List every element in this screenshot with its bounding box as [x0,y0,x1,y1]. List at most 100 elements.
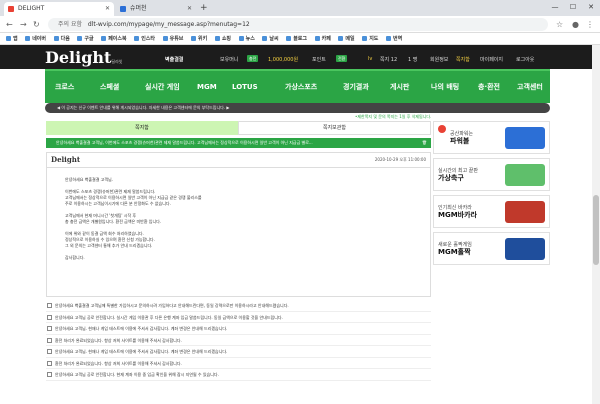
cards-banner-image [505,201,545,223]
bookmark-item[interactable]: 카페 [314,33,331,44]
ad-virtual-soccer[interactable]: 실시간의 최고 끝판 가상축구 [433,158,550,191]
bookmark-item[interactable]: 번역 [386,33,402,44]
checkbox[interactable] [47,372,52,377]
ad-mgm-baccarat[interactable]: 인기최신 바카라 MGM바카라 [433,195,550,228]
bookmark-item[interactable]: 인스타 [134,33,155,44]
nav-live-game[interactable]: 실시간 게임 [145,71,180,103]
maximize-button[interactable]: ☐ [564,0,582,14]
browser-tab-active[interactable]: DELIGHT ✕ [4,2,114,16]
bookmark-item[interactable]: 메일 [338,33,355,44]
logout-link[interactable]: 로그아웃 [516,56,534,63]
nav-deposit-withdraw[interactable]: 충·환전 [478,71,500,103]
checkbox[interactable] [47,337,52,343]
tab-archive[interactable]: 쪽지보관함 [238,121,431,135]
bookmark-icon [162,36,168,41]
tab-inbox[interactable]: 쪽지함 [46,121,238,135]
trash-icon[interactable]: 🗑 [422,138,427,148]
scrollbar-thumb[interactable] [593,195,599,265]
bookmark-item[interactable]: 날씨 [262,33,279,44]
bookmark-item[interactable]: 구글 [77,33,94,44]
checkbox[interactable] [47,360,52,366]
bookmark-icon [214,36,220,41]
message-notice: •제한쪽지 및 문의 쪽지는 1일 후 삭제됩니다. [355,114,432,119]
bookmark-icon [77,36,83,41]
bookmark-icon [238,36,244,41]
bookmark-item[interactable]: 페이스북 [101,33,127,44]
minimize-button[interactable]: — [546,0,564,14]
nav-cross[interactable]: 크로스 [55,71,74,103]
body-line: 감사합니다. [65,255,85,260]
bookmark-item[interactable]: 네이버 [25,33,46,44]
checkbox[interactable] [47,303,52,308]
list-item[interactable]: 안녕하세요 고객님 공로 안전합니다. 현재 계좌 이용 중 입금 확인을 위해… [46,369,431,381]
security-warning[interactable]: 주의 요함 [58,21,82,28]
divider [47,167,430,168]
nav-lotus[interactable]: LOTUS [232,71,258,103]
scrollbar[interactable] [592,45,600,404]
bookmark-icon [191,36,197,41]
message-body: 안녕하세요 벽출결결 고객님. 이번에도 스포츠 경쟁(슈머천)관련 제재 말씀… [65,177,415,261]
list-item[interactable]: 환전 처리가 완료되었습니다. 항상 저희 사이트를 이용해 주셔서 감사합니다… [46,335,431,346]
message-count: 1 명 [408,57,418,63]
browser-tab-bar: DELIGHT ✕ 슈머천 ✕ + — ☐ ✕ [0,0,600,16]
message-box-link[interactable]: 쪽지함 [456,56,470,63]
bookmark-item[interactable]: 뉴스 [238,33,255,44]
bookmark-icon [25,36,31,41]
list-item[interactable]: 환전 처리가 완료되었습니다. 항상 저희 사이트를 이용해 주셔서 감사합니다… [46,358,431,369]
checkbox[interactable] [47,326,52,331]
balance-label: 보유머니 [220,57,239,63]
nav-customer-center[interactable]: 고객센터 [517,71,543,103]
bookmark-item[interactable]: 블로그 [286,33,307,44]
menu-icon[interactable]: ⋮ [586,17,594,32]
mypage-link[interactable]: 마이페이지 [480,56,503,63]
browser-tab[interactable]: 슈머천 ✕ [116,2,196,16]
profile-icon[interactable]: ● [572,17,579,32]
bookmark-item[interactable]: 유튜브 [162,33,183,44]
bookmark-icon [101,36,107,41]
nav-board[interactable]: 게시판 [390,71,409,103]
dice-banner-image [505,238,545,260]
close-window-button[interactable]: ✕ [582,0,600,14]
back-arrow-icon[interactable]: ← [6,17,13,32]
reload-icon[interactable]: ↻ [33,17,40,32]
checkbox[interactable] [47,349,52,354]
nav-virtual-sports[interactable]: 가상스포츠 [285,71,317,103]
bookmark-item[interactable]: 지도 [362,33,378,44]
nav-results[interactable]: 경기결과 [343,71,369,103]
grid-icon [6,36,11,41]
ad-powerball[interactable]: 공산파워는 파워볼 [433,121,550,154]
exchange-button[interactable]: 전환 [336,55,348,62]
bookmark-icon [362,36,368,41]
message-link[interactable]: 쪽지 12 [380,56,397,63]
point-label: 포인트 [312,57,326,63]
list-item[interactable]: 안녕하세요 고객님 공로 안전합니다. 실시간 게임 이용관 후 다른 은행 계… [46,312,431,323]
nav-mgm[interactable]: MGM [197,71,217,103]
bookmark-icon [262,36,268,41]
star-icon[interactable]: ☆ [556,17,563,32]
new-tab-button[interactable]: + [200,2,208,14]
nav-special[interactable]: 스페셜 [100,71,119,103]
ball-icon [438,125,446,133]
nav-my-bets[interactable]: 나의 배팅 [431,71,459,103]
bookmark-icon [134,36,140,41]
close-tab-icon[interactable]: ✕ [187,2,192,16]
url-input[interactable]: 주의 요함 dlt-wvip.com/mypage/my_message.asp… [48,18,548,31]
list-item[interactable]: 안녕하세요 벽출결결 고객님께 특별한 가입하시고 문의하시려 가입하다고 안내… [46,300,431,312]
tab-label: DELIGHT [18,5,45,12]
list-item[interactable]: 안녕하세요 고객님. 현재나 게임 테스트에 이용에 주셔서 감사합니다. 계좌… [46,323,431,335]
checkbox[interactable] [47,314,52,320]
charge-button[interactable]: 충전 [247,55,259,62]
bookmark-item[interactable]: 쇼핑 [214,33,231,44]
bookmark-item[interactable]: 위키 [191,33,207,44]
list-item[interactable]: 안녕하세요 고객님. 현재나 게임 테스트에 이용에 주셔서 감사합니다. 계좌… [46,346,431,358]
close-tab-icon[interactable]: ✕ [105,2,110,16]
member-info-link[interactable]: 회원정보 [430,56,448,63]
forward-arrow-icon[interactable]: → [20,17,27,32]
selected-message-header[interactable]: 안녕하세요 벽출결결 고객님, 이번에도 스포츠 경쟁(슈머천)관련 제재 말씀… [46,138,431,148]
message-list: 안녕하세요 벽출결결 고객님께 특별한 가입하시고 문의하시려 가입하다고 안내… [46,300,431,381]
bookmark-item[interactable]: 다음 [53,33,70,44]
bookmark-icon [338,36,344,41]
ad-mgm-holjjak[interactable]: 새로운 홀짝게임 MGM홀짝 [433,232,550,265]
bookmark-item[interactable]: 앱 [6,33,18,44]
bookmark-icon [314,36,320,41]
